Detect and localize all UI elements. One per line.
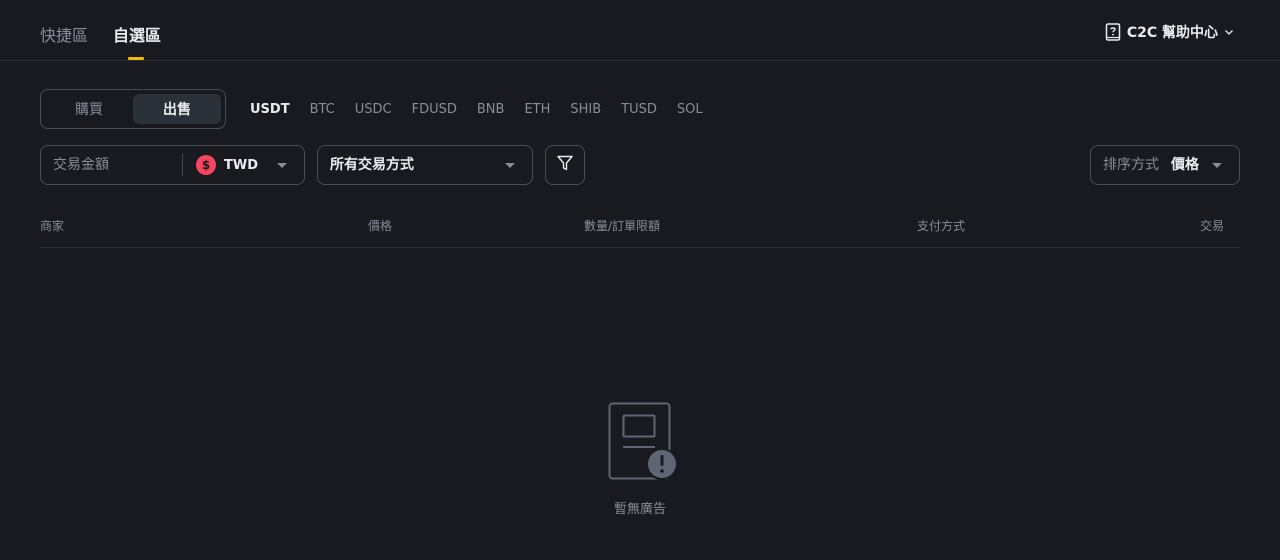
sell-button[interactable]: 出售 bbox=[133, 94, 221, 124]
crypto-tab-bnb[interactable]: BNB bbox=[477, 101, 505, 119]
caret-down-icon[interactable] bbox=[277, 163, 287, 168]
currency-selector[interactable]: TWD bbox=[224, 157, 258, 175]
empty-state-message: 暫無廣告 bbox=[613, 502, 666, 517]
active-tab-indicator bbox=[128, 57, 144, 60]
crypto-selector: USDT BTC USDC FDUSD BNB ETH SHIB TUSD SO… bbox=[250, 101, 703, 119]
column-header-trade: 交易 bbox=[1199, 219, 1224, 233]
amount-placeholder: 交易金額 bbox=[53, 157, 109, 173]
table-header: 商家 價格 數量/訂單限額 支付方式 交易 bbox=[40, 218, 1240, 248]
payment-method-select[interactable]: 所有交易方式 bbox=[317, 145, 533, 185]
column-header-amount-limit: 數量/訂單限額 bbox=[584, 219, 661, 233]
crypto-tab-tusd[interactable]: TUSD bbox=[621, 101, 657, 119]
buy-button[interactable]: 購買 bbox=[45, 94, 133, 124]
help-book-icon bbox=[1105, 23, 1121, 41]
sort-value: 價格 bbox=[1171, 157, 1199, 173]
amount-divider bbox=[182, 154, 183, 176]
amount-input[interactable]: 交易金額 $ TWD bbox=[40, 145, 305, 185]
crypto-tab-shib[interactable]: SHIB bbox=[570, 101, 601, 119]
column-header-price: 價格 bbox=[368, 219, 393, 233]
crypto-tab-btc[interactable]: BTC bbox=[310, 101, 335, 119]
crypto-tab-usdc[interactable]: USDC bbox=[355, 101, 392, 119]
caret-down-icon bbox=[1212, 163, 1222, 168]
help-center-label: C2C 幫助中心 bbox=[1126, 25, 1218, 41]
chevron-down-icon bbox=[1224, 27, 1234, 37]
buy-sell-toggle: 購買 出售 bbox=[40, 89, 226, 129]
crypto-tab-sol[interactable]: SOL bbox=[677, 101, 703, 119]
crypto-tab-eth[interactable]: ETH bbox=[524, 101, 550, 119]
payment-method-value: 所有交易方式 bbox=[330, 157, 414, 173]
caret-down-icon bbox=[505, 163, 515, 168]
crypto-tab-usdt[interactable]: USDT bbox=[250, 101, 290, 119]
tab-express[interactable]: 快捷區 bbox=[40, 24, 88, 48]
column-header-merchant: 商家 bbox=[40, 219, 65, 233]
filter-button[interactable] bbox=[545, 145, 585, 185]
column-header-payment: 支付方式 bbox=[917, 219, 966, 233]
no-ads-icon bbox=[604, 400, 680, 486]
top-navigation: 快捷區 自選區 C2C 幫助中心 bbox=[0, 0, 1280, 61]
sort-label: 排序方式 bbox=[1103, 157, 1159, 173]
sort-select[interactable]: 排序方式 價格 bbox=[1090, 145, 1240, 185]
currency-dollar-icon: $ bbox=[196, 155, 216, 175]
filter-funnel-icon bbox=[556, 154, 574, 176]
tab-p2p[interactable]: 自選區 bbox=[113, 24, 161, 48]
help-center-menu[interactable]: C2C 幫助中心 bbox=[1105, 22, 1234, 42]
crypto-tab-fdusd[interactable]: FDUSD bbox=[412, 101, 457, 119]
